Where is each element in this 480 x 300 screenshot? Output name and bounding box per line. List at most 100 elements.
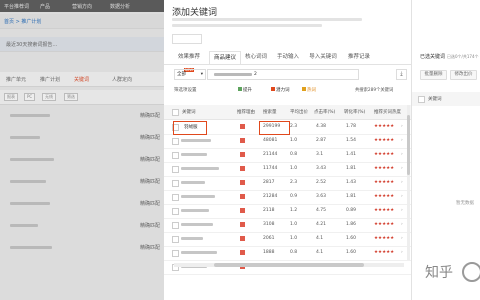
row-expand-icon[interactable]: › (401, 236, 403, 241)
bg-topbar-item: 营销方向 (72, 4, 93, 10)
cell-cvr: 1.81 (346, 166, 357, 171)
row-expand-icon[interactable]: › (401, 124, 403, 129)
blurred-keyword (181, 181, 205, 184)
keyword-row[interactable]: 11744 1.0 3.43 1.81 ★★★★★ › (164, 162, 411, 177)
selected-keywords-panel: 已选关键词 已选0个/共174个 批量删除 修改出价 关键词 暂无数据 (411, 0, 480, 300)
keyword-row[interactable]: 2118 1.2 4.75 0.89 ★★★★★ › (164, 204, 411, 219)
horizontal-scrollbar[interactable] (174, 263, 404, 267)
tab-manual-input[interactable]: 手动输入 (274, 51, 302, 64)
keyword-row[interactable]: 3108 1.0 4.21 1.86 ★★★★★ › (164, 218, 411, 233)
reason-icon (240, 152, 245, 157)
row-checkbox[interactable] (172, 180, 179, 187)
keyword-row[interactable]: 48081 1.0 2.87 1.54 ★★★★★ › (164, 134, 411, 149)
row-expand-icon[interactable]: › (401, 166, 403, 171)
batch-delete-button[interactable]: 批量删除 (420, 70, 447, 80)
row-checkbox[interactable] (172, 208, 179, 215)
download-icon[interactable]: ⤓ (396, 69, 407, 80)
toggle-improve[interactable]: 提升 (238, 87, 252, 93)
heat-stars: ★★★★★ (374, 208, 395, 213)
cell-ctr: 3.63 (316, 194, 327, 199)
cell-ctr: 4.1 (316, 236, 324, 241)
row-expand-icon[interactable]: › (401, 180, 403, 185)
row-checkbox[interactable] (172, 166, 179, 173)
cell-cvr: 1.78 (346, 124, 357, 129)
keyword-row[interactable]: 1888 0.8 4.1 1.60 ★★★★★ › (164, 246, 411, 261)
cell-bid: 2.3 (290, 124, 298, 129)
heat-stars: ★★★★★ (374, 222, 395, 227)
cell-cvr: 1.60 (346, 250, 357, 255)
edit-bid-button[interactable]: 修改出价 (450, 70, 477, 80)
row-checkbox[interactable] (172, 222, 179, 229)
tab-effect-recommend[interactable]: 效果推荐 NEW (172, 51, 206, 72)
reason-icon (240, 138, 245, 143)
keyword-row[interactable]: 2817 2.3 2.52 1.43 ★★★★★ › (164, 176, 411, 191)
selected-select-all-checkbox[interactable] (418, 96, 425, 103)
cell-bid: 1.0 (290, 236, 298, 241)
keyword-search-input[interactable]: 2 (207, 69, 359, 80)
heat-stars: ★★★★★ (374, 166, 395, 171)
tab-product-suggest[interactable]: 商品建议 (209, 51, 241, 65)
bg-topbar-item: 平台推荐词 (4, 4, 30, 10)
tab-core-words[interactable]: 核心词词 (242, 51, 270, 64)
cell-search: 21284 (263, 194, 278, 199)
blurred-keyword (181, 153, 207, 156)
keyword-row[interactable]: 21144 0.8 3.1 1.41 ★★★★★ › (164, 148, 411, 163)
row-expand-icon[interactable]: › (401, 194, 403, 199)
select-all-checkbox[interactable] (172, 109, 179, 116)
reason-icon (240, 236, 245, 241)
row-checkbox[interactable] (172, 194, 179, 201)
blurred-keyword (181, 167, 219, 170)
reason-icon (240, 124, 245, 129)
row-expand-icon[interactable]: › (401, 138, 403, 143)
toggle-potential[interactable]: 潜力词 (271, 87, 290, 93)
reason-icon (240, 180, 245, 185)
blurred-keyword (181, 237, 203, 240)
toggle-hot[interactable]: 热词 (302, 87, 316, 93)
blurred-keyword (181, 195, 215, 198)
row-expand-icon[interactable]: › (401, 250, 403, 255)
cell-bid: 1.2 (290, 208, 298, 213)
row-expand-icon[interactable]: › (401, 152, 403, 157)
cell-cvr: 1.81 (346, 194, 357, 199)
row-checkbox[interactable] (172, 138, 179, 145)
row-checkbox[interactable] (172, 152, 179, 159)
modal-title: 添加关键词 (172, 8, 218, 18)
empty-state: 暂无数据 (456, 201, 474, 206)
row-checkbox[interactable] (172, 250, 179, 257)
tab-import-keywords[interactable]: 导入关键词 (306, 51, 340, 64)
blurred-keyword (181, 251, 217, 254)
cell-bid: 0.9 (290, 194, 298, 199)
tab-recommend-history[interactable]: 推荐记录 (344, 51, 374, 64)
keyword-table-header: 关键词 推荐理由 搜索量 平均出价 点击率(%) 转化率(%) 推荐买词热度 (164, 105, 411, 120)
filter-label: 筛选项设置 (174, 88, 197, 93)
row-expand-icon[interactable]: › (401, 222, 403, 227)
scope-select[interactable]: 全部 ▾ (174, 69, 206, 80)
reason-icon (240, 194, 245, 199)
cell-search: 3108 (263, 222, 275, 227)
row-expand-icon[interactable]: › (401, 208, 403, 213)
watermark-logo-icon (462, 262, 480, 282)
bg-topbar-item: 产品 (40, 4, 51, 10)
cell-ctr: 2.87 (316, 138, 327, 143)
plan-select[interactable] (172, 34, 202, 44)
background-page: 平台推荐词 产品 营销方向 数据分析 首页 > 推广计划 最近30天搜索词报告…… (0, 0, 164, 300)
bg-tab: 关键词 (74, 77, 90, 83)
row-checkbox[interactable] (172, 236, 179, 243)
keyword-row[interactable]: 21284 0.9 3.63 1.81 ★★★★★ › (164, 190, 411, 205)
selected-count: 已选0个/共174个 (447, 54, 479, 59)
vertical-scrollbar[interactable] (407, 105, 410, 260)
cell-bid: 0.8 (290, 250, 298, 255)
heat-stars: ★★★★★ (374, 180, 395, 185)
cell-ctr: 4.38 (316, 124, 327, 129)
cell-ctr: 4.1 (316, 250, 324, 255)
heat-stars: ★★★★★ (374, 236, 395, 241)
cell-ctr: 4.75 (316, 208, 327, 213)
keyword-row[interactable]: 2061 1.0 4.1 1.60 ★★★★★ › (164, 232, 411, 247)
result-count: 共搜索289个关键词 (355, 88, 394, 93)
blurred-keyword (181, 223, 213, 226)
bg-tab: 人群定向 (112, 77, 133, 83)
bg-pill: 无线 (42, 93, 56, 101)
bg-pill: PC (24, 93, 36, 101)
cell-cvr: 1.41 (346, 152, 357, 157)
bg-breadcrumb: 首页 > 推广计划 (4, 19, 42, 25)
